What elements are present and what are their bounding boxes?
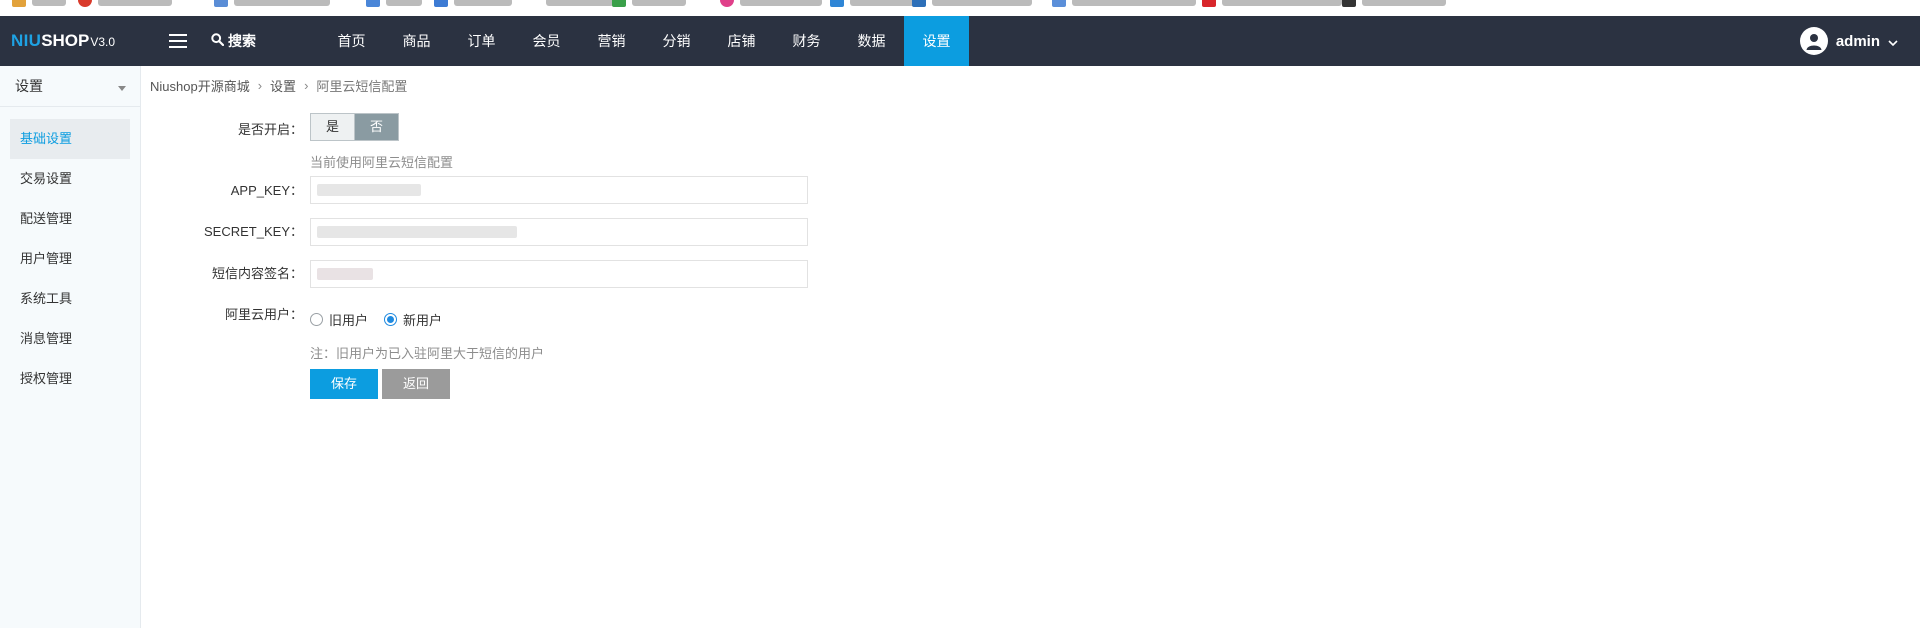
sidebar: 设置 基础设置 交易设置 配送管理 用户管理 系统工具 消息管理 授权管理 <box>0 66 141 628</box>
sidebar-item-delivery[interactable]: 配送管理 <box>10 199 130 239</box>
bookmark-item[interactable] <box>1202 0 1342 8</box>
logo-text-part1: NIU <box>11 31 42 50</box>
redacted-value <box>317 226 517 238</box>
enable-toggle: 是 否 <box>310 113 399 141</box>
bookmark-item[interactable] <box>612 0 686 8</box>
sidebar-menu: 基础设置 交易设置 配送管理 用户管理 系统工具 消息管理 授权管理 <box>0 107 140 399</box>
sidebar-item-basic-settings[interactable]: 基础设置 <box>10 119 130 159</box>
redacted-value <box>317 268 373 280</box>
logo-text-part2: SHOP <box>41 31 90 50</box>
save-button[interactable]: 保存 <box>310 369 378 399</box>
old-user-label[interactable]: 旧用户 <box>329 310 368 329</box>
secret-key-label: SECRET_KEY： <box>204 224 303 239</box>
app-key-label: APP_KEY： <box>230 183 303 198</box>
sidebar-title: 设置 <box>15 78 43 94</box>
user-menu[interactable]: admin <box>1799 16 1898 66</box>
sidebar-item-authorization[interactable]: 授权管理 <box>10 359 130 399</box>
search-icon <box>211 33 225 49</box>
nav-members[interactable]: 会员 <box>514 16 579 66</box>
nav-distribution[interactable]: 分销 <box>644 16 709 66</box>
breadcrumb-current: 阿里云短信配置 <box>316 79 408 94</box>
nav-goods[interactable]: 商品 <box>384 16 449 66</box>
logo-version: V3.0 <box>90 35 116 49</box>
bookmark-item[interactable] <box>720 0 822 8</box>
enable-yes-option[interactable]: 是 <box>311 114 355 140</box>
menu-toggle-button[interactable] <box>151 16 205 66</box>
niushop-logo[interactable]: NIU SHOP V3.0 <box>0 31 151 51</box>
breadcrumb-settings[interactable]: 设置 <box>270 76 296 95</box>
signature-label: 短信内容签名： <box>211 266 303 281</box>
sidebar-item-messages[interactable]: 消息管理 <box>10 319 130 359</box>
username: admin <box>1835 32 1880 50</box>
nav-finance[interactable]: 财务 <box>774 16 839 66</box>
sidebar-item-trade-settings[interactable]: 交易设置 <box>10 159 130 199</box>
enable-hint: 当前使用阿里云短信配置 <box>310 155 454 170</box>
nav-orders[interactable]: 订单 <box>449 16 514 66</box>
new-user-label[interactable]: 新用户 <box>403 310 442 329</box>
redacted-value <box>317 184 421 196</box>
main-content: Niushop开源商城 › 设置 › 阿里云短信配置 是否开启： 是 否 当前使… <box>141 66 1920 628</box>
user-note: 注：旧用户为已入驻阿里大于短信的用户 <box>310 346 545 361</box>
browser-bookmarks-bar <box>0 0 1920 16</box>
breadcrumb-home[interactable]: Niushop开源商城 <box>150 76 250 95</box>
hamburger-icon <box>169 34 187 48</box>
breadcrumb-separator-icon: › <box>257 78 263 93</box>
main-nav: 首页 商品 订单 会员 营销 分销 店铺 财务 数据 设置 <box>319 16 969 66</box>
nav-store[interactable]: 店铺 <box>709 16 774 66</box>
signature-input[interactable] <box>310 260 808 288</box>
nav-settings[interactable]: 设置 <box>904 16 969 66</box>
bookmark-item[interactable] <box>434 0 512 8</box>
search-button[interactable]: 搜索 <box>205 31 311 51</box>
chevron-down-icon <box>1888 33 1898 50</box>
sidebar-section-selector[interactable]: 设置 <box>0 66 140 107</box>
secret-key-input[interactable] <box>310 218 808 246</box>
search-label: 搜索 <box>228 33 256 49</box>
app-key-input[interactable] <box>310 176 808 204</box>
new-user-radio[interactable] <box>384 313 398 326</box>
caret-down-icon <box>118 78 126 94</box>
bookmark-item[interactable] <box>1052 0 1196 8</box>
user-avatar-icon <box>1799 27 1828 55</box>
bookmark-item[interactable] <box>830 0 918 8</box>
sidebar-item-system-tools[interactable]: 系统工具 <box>10 279 130 319</box>
sidebar-item-users[interactable]: 用户管理 <box>10 239 130 279</box>
back-button[interactable]: 返回 <box>382 369 450 399</box>
top-navigation-bar: NIU SHOP V3.0 搜索 首页 商品 订单 会员 营销 分销 店铺 财务 数… <box>0 16 1920 66</box>
bookmark-item[interactable] <box>1342 0 1446 8</box>
breadcrumb: Niushop开源商城 › 设置 › 阿里云短信配置 <box>150 76 407 95</box>
enable-label: 是否开启： <box>237 122 303 137</box>
enable-no-option[interactable]: 否 <box>355 114 398 140</box>
nav-home[interactable]: 首页 <box>319 16 384 66</box>
bookmark-item[interactable] <box>214 0 330 8</box>
aliyun-user-label: 阿里云用户： <box>224 307 303 322</box>
bookmark-item[interactable] <box>12 0 66 8</box>
aliyun-user-radio-group: 旧用户 新用户 <box>310 310 442 329</box>
old-user-radio[interactable] <box>310 313 323 326</box>
nav-marketing[interactable]: 营销 <box>579 16 644 66</box>
bookmark-item[interactable] <box>366 0 422 8</box>
breadcrumb-separator-icon: › <box>304 78 309 93</box>
bookmark-item[interactable] <box>912 0 1032 8</box>
bookmark-item[interactable] <box>526 0 614 8</box>
bookmark-item[interactable] <box>78 0 172 8</box>
nav-data[interactable]: 数据 <box>839 16 904 66</box>
